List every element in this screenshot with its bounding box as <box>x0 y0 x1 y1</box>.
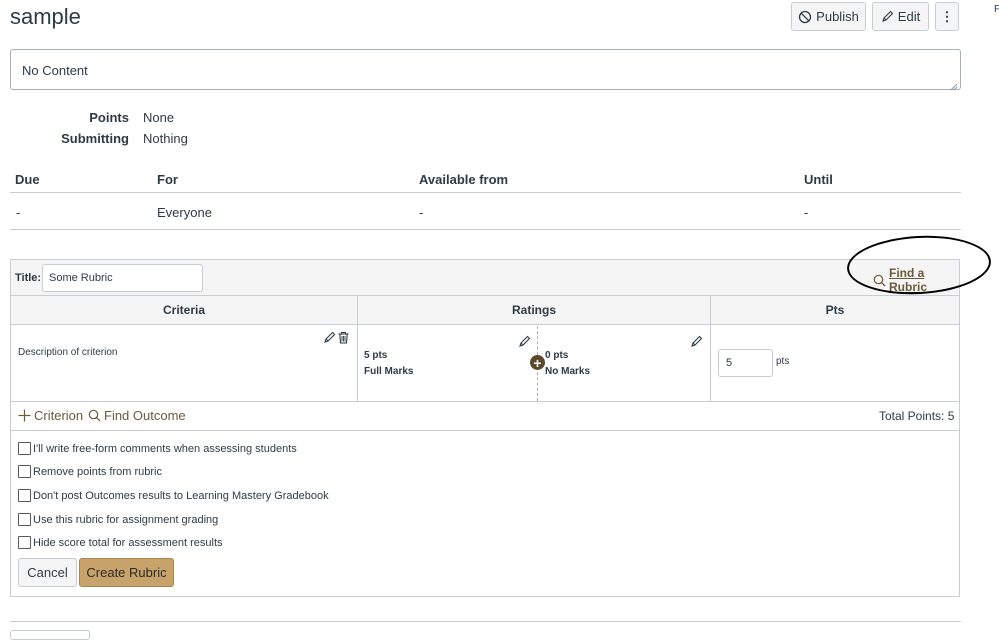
option-label: Use this rubric for assignment grading <box>33 513 219 526</box>
until-cell: - <box>804 205 809 220</box>
option-label: Don't post Outcomes results to Learning … <box>33 489 329 502</box>
available-from-cell: - <box>419 205 424 220</box>
rating-points: 5 pts <box>364 350 388 361</box>
kebab-icon: ⋮ <box>940 8 954 24</box>
checkbox[interactable] <box>18 465 31 478</box>
delete-criterion-trash-icon[interactable] <box>337 331 350 344</box>
publish-label: Publish <box>816 9 859 24</box>
available-from-header: Available from <box>419 172 509 187</box>
submitting-value: Nothing <box>143 131 188 146</box>
option-label: Hide score total for assessment results <box>33 536 223 549</box>
checkbox[interactable] <box>18 536 31 549</box>
row-divider <box>11 430 959 431</box>
edit-button[interactable]: Edit <box>872 2 929 31</box>
highlight-circle <box>845 232 993 298</box>
rubric-title-bar: Title: Find a Rubric <box>11 232 993 298</box>
add-criterion-button[interactable]: Criterion <box>18 408 83 423</box>
description-text: No Content <box>22 63 88 78</box>
rubric-editor: Title: Find a Rubric Criteria Ratings Pt… <box>10 232 993 597</box>
add-criterion-label: Criterion <box>34 408 84 423</box>
next-button-partial[interactable] <box>10 630 90 640</box>
points-unit: pts <box>776 356 790 367</box>
rubric-title-label: Title: <box>15 272 42 284</box>
checkbox[interactable] <box>18 442 31 455</box>
plus-icon <box>18 409 31 422</box>
add-rating-plus-icon[interactable]: + <box>530 355 545 370</box>
criterion-points-input[interactable] <box>718 349 773 377</box>
edit-label: Edit <box>897 9 921 24</box>
ratings-column-header: Ratings <box>357 296 710 325</box>
criterion-description: Description of criterion <box>18 347 118 358</box>
rating-points: 0 pts <box>545 350 569 361</box>
pencil-icon <box>881 10 894 23</box>
unpublished-icon <box>798 10 812 24</box>
cancel-button[interactable]: Cancel <box>18 558 77 587</box>
search-icon <box>88 409 101 422</box>
table-divider <box>10 229 961 230</box>
submitting-label: Submitting <box>61 131 129 146</box>
points-value: None <box>143 110 175 125</box>
pts-column-header: Pts <box>710 296 959 325</box>
option-label: Remove points from rubric <box>33 465 162 478</box>
option-remove-points[interactable]: Remove points from rubric <box>18 465 162 478</box>
total-points: Total Points: 5 <box>879 409 955 423</box>
edit-rating-pencil-icon[interactable] <box>690 335 703 348</box>
rubric-title-input[interactable] <box>42 264 203 292</box>
due-header: Due <box>15 172 40 187</box>
checkbox[interactable] <box>18 513 31 526</box>
for-cell: Everyone <box>157 205 212 220</box>
edit-criterion-pencil-icon[interactable] <box>323 331 336 344</box>
table-divider <box>10 192 961 193</box>
option-use-for-grading[interactable]: Use this rubric for assignment grading <box>18 513 218 526</box>
publish-button[interactable]: Publish <box>791 2 866 31</box>
option-dont-post-outcomes[interactable]: Don't post Outcomes results to Learning … <box>18 489 329 502</box>
criteria-column-header: Criteria <box>11 296 357 325</box>
create-rubric-button[interactable]: Create Rubric <box>79 558 174 587</box>
option-free-form-comments[interactable]: I'll write free-form comments when asses… <box>18 442 297 455</box>
find-outcome-label: Find Outcome <box>104 408 186 423</box>
more-options-button[interactable]: ⋮ <box>935 2 959 31</box>
for-header: For <box>157 172 178 187</box>
points-label: Points <box>89 110 129 125</box>
edit-rating-pencil-icon[interactable] <box>518 335 531 348</box>
row-divider <box>11 401 959 402</box>
due-cell: - <box>16 205 21 220</box>
resize-grip-icon[interactable] <box>950 79 958 91</box>
option-hide-score-total[interactable]: Hide score total for assessment results <box>18 536 223 549</box>
description-box: No Content <box>10 49 961 91</box>
find-outcome-button[interactable]: Find Outcome <box>88 408 186 423</box>
column-divider <box>357 325 358 401</box>
section-divider <box>10 621 961 622</box>
edge-text: F <box>994 4 999 15</box>
rating-description: No Marks <box>545 366 591 377</box>
rating-description: Full Marks <box>364 366 414 377</box>
until-header: Until <box>804 172 833 187</box>
option-label: I'll write free-form comments when asses… <box>33 442 297 455</box>
page-title: sample <box>10 4 81 29</box>
column-divider <box>710 325 711 401</box>
checkbox[interactable] <box>18 489 31 502</box>
